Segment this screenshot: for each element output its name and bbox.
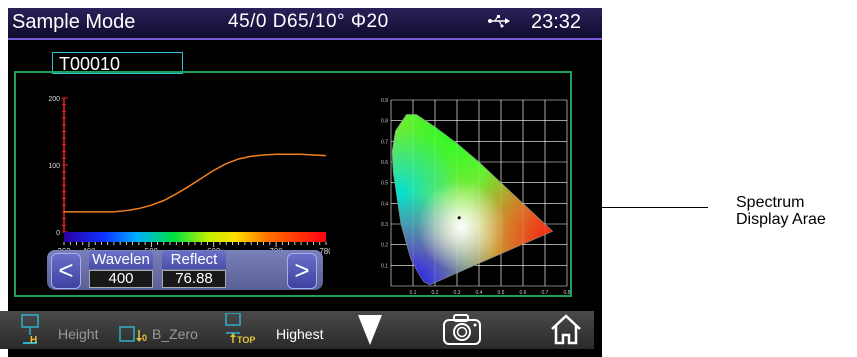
sample-point xyxy=(457,216,461,220)
highest-label: Highest xyxy=(276,326,324,342)
wavelength-value: 400 xyxy=(89,270,153,288)
height-label: Height xyxy=(58,326,99,342)
y-tick-label: 200 xyxy=(48,96,60,103)
y-tick-label: 0.6 xyxy=(381,160,388,166)
usb-icon xyxy=(488,14,510,32)
down-triangle-icon xyxy=(358,315,382,345)
y-tick-label: 100 xyxy=(48,163,60,170)
y-tick-label: 0.9 xyxy=(381,98,388,104)
wavelength-navigator: < Wavelen 400 Reflect 76.88 > xyxy=(47,250,323,290)
x-tick-label: 0.6 xyxy=(520,290,527,296)
home-icon xyxy=(551,314,581,345)
home-button[interactable] xyxy=(548,311,584,349)
y-tick-label: 0.3 xyxy=(381,222,388,228)
svg-text:H: H xyxy=(30,335,37,345)
height-button[interactable]: H Height xyxy=(20,311,100,349)
x-tick-label: 0.1 xyxy=(410,290,417,296)
callout-line xyxy=(602,207,708,208)
x-tick-label: 0.8 xyxy=(564,290,571,296)
y-tick-label: 0.2 xyxy=(381,243,388,249)
callout-label: Spectrum Display Arae xyxy=(736,194,826,228)
x-tick-label: 0.3 xyxy=(454,290,461,296)
spectrum-band xyxy=(64,232,326,242)
highest-button[interactable]: TOP Highest xyxy=(222,311,342,349)
camera-button[interactable] xyxy=(440,311,484,349)
svg-text:0: 0 xyxy=(142,333,147,343)
x-tick-label: 0.7 xyxy=(542,290,549,296)
mode-title: Sample Mode xyxy=(12,11,136,33)
reflectance-series-line xyxy=(64,153,327,213)
reflect-field: Reflect 76.88 xyxy=(162,251,226,288)
wavelength-field: Wavelen 400 xyxy=(89,251,153,288)
svg-text:TOP: TOP xyxy=(237,335,255,345)
y-tick-label: 0 xyxy=(56,230,60,237)
prev-wavelength-button[interactable]: < xyxy=(51,253,81,289)
y-tick-label: 0.8 xyxy=(381,119,388,125)
reflect-value: 76.88 xyxy=(162,270,226,288)
bottom-toolbar: H Height 0 B_Zero TOP Highest xyxy=(0,311,594,349)
y-tick-label: 0.5 xyxy=(381,181,388,187)
height-icon: H xyxy=(21,314,39,345)
x-tick-label: 0.4 xyxy=(476,290,483,296)
top-icon: TOP xyxy=(225,313,255,345)
y-tick-label: 0.4 xyxy=(381,201,388,207)
y-tick-label: 0.1 xyxy=(381,263,388,269)
callout-line2: Display Arae xyxy=(736,211,826,228)
wavelength-label: Wavelen xyxy=(89,251,153,269)
cie-chromaticity-chart: 0.1 0.2 0.3 0.4 0.5 0.6 0.7 0.8 0.1 0.2 0.3 0.4 0.5 0… xyxy=(381,98,571,296)
x-tick-label: 0.5 xyxy=(498,290,505,296)
dropdown-button[interactable] xyxy=(350,311,390,349)
y-tick-label: 0.7 xyxy=(381,139,388,145)
next-wavelength-button[interactable]: > xyxy=(287,253,317,289)
callout-line1: Spectrum xyxy=(736,194,805,211)
status-bar: Sample Mode 45/0 D65/10° Φ20 23:32 xyxy=(8,8,602,40)
x-tick-label: 0.2 xyxy=(432,290,439,296)
camera-icon xyxy=(443,314,481,345)
b-zero-icon: 0 xyxy=(119,326,147,343)
measurement-conditions: 45/0 D65/10° Φ20 xyxy=(228,11,389,32)
b-zero-button[interactable]: 0 B_Zero xyxy=(118,311,208,349)
b-zero-label: B_Zero xyxy=(152,326,198,342)
clock: 23:32 xyxy=(531,11,582,33)
reflect-label: Reflect xyxy=(162,251,226,269)
reflectance-curve-chart: 0100200360400500600700780 xyxy=(48,96,330,256)
